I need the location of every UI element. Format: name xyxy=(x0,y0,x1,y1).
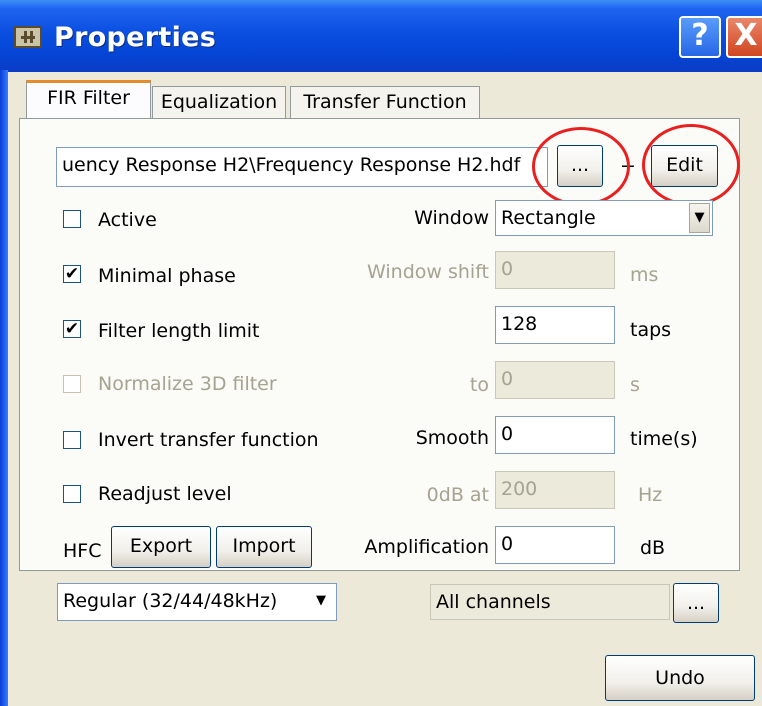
window-title: Properties xyxy=(54,22,217,53)
normalize-3d-label: Normalize 3D filter xyxy=(98,373,277,395)
smooth-label: Smooth xyxy=(415,427,489,449)
close-button[interactable]: X xyxy=(726,16,762,58)
tab-equalization[interactable]: Equalization xyxy=(152,86,286,118)
question-mark-icon: ? xyxy=(691,18,709,53)
tab-label: Equalization xyxy=(160,91,278,113)
active-label: Active xyxy=(98,209,157,231)
channels-browse-button[interactable]: ... xyxy=(673,583,719,623)
export-button-label: Export xyxy=(129,535,193,557)
tab-label: FIR Filter xyxy=(47,87,130,109)
tab-fir-filter[interactable]: FIR Filter xyxy=(26,80,151,120)
invert-transfer-checkbox[interactable] xyxy=(63,431,81,449)
window-shift-unit: ms xyxy=(630,264,659,286)
window-select-value: Rectangle xyxy=(501,207,596,229)
undo-button[interactable]: Undo xyxy=(605,655,755,701)
plus-separator: + xyxy=(620,155,636,177)
window-shift-label: Window shift xyxy=(367,261,489,283)
smooth-unit: time(s) xyxy=(630,428,698,450)
odb-at-label: 0dB at xyxy=(426,484,489,506)
to-label: to xyxy=(469,374,489,396)
title-bar[interactable]: Properties ? X xyxy=(0,0,762,72)
window-left-border xyxy=(0,70,8,706)
invert-transfer-label: Invert transfer function xyxy=(98,429,319,451)
edit-filter-button[interactable]: Edit xyxy=(651,145,718,187)
amplification-label: Amplification xyxy=(364,536,489,558)
hfc-mode-value: Regular (32/44/48kHz) xyxy=(63,590,278,612)
hfc-label: HFC xyxy=(63,540,102,562)
ellipsis-icon: ... xyxy=(570,154,590,176)
tab-label: Transfer Function xyxy=(303,91,467,113)
check-icon: ✔ xyxy=(64,319,80,339)
to-field[interactable]: 0 xyxy=(495,361,615,399)
smooth-field[interactable]: 0 xyxy=(495,416,615,454)
window-dropdown-arrow[interactable]: ▼ xyxy=(689,203,710,233)
browse-file-button[interactable]: ... xyxy=(557,145,603,187)
amplification-value: 0 xyxy=(501,533,514,555)
chevron-down-icon: ▼ xyxy=(316,593,326,608)
readjust-level-label: Readjust level xyxy=(98,483,232,505)
readjust-level-checkbox[interactable] xyxy=(63,485,81,503)
check-icon: ✔ xyxy=(64,264,80,284)
hfc-import-button[interactable]: Import xyxy=(216,526,312,568)
filter-length-limit-label: Filter length limit xyxy=(98,320,260,342)
filter-length-limit-checkbox[interactable]: ✔ xyxy=(63,320,81,338)
normalize-3d-checkbox[interactable] xyxy=(63,375,81,393)
odb-at-field[interactable]: 200 xyxy=(495,471,615,509)
ellipsis-icon: ... xyxy=(686,592,706,614)
window-shift-field[interactable]: 0 xyxy=(495,251,615,289)
hfc-export-button[interactable]: Export xyxy=(111,526,211,568)
window-select[interactable]: Rectangle xyxy=(495,200,713,236)
amplification-field[interactable]: 0 xyxy=(495,526,615,564)
chevron-down-icon: ▼ xyxy=(694,210,705,225)
taps-field[interactable]: 128 xyxy=(495,306,615,344)
import-button-label: Import xyxy=(232,535,296,557)
odb-at-value: 200 xyxy=(501,478,538,500)
tab-transfer-function[interactable]: Transfer Function xyxy=(290,86,480,118)
channels-value: All channels xyxy=(436,591,551,613)
app-icon xyxy=(14,26,42,48)
odb-at-unit: Hz xyxy=(638,484,663,506)
file-path-text: uency Response H2\Frequency Response H2.… xyxy=(62,154,521,176)
active-checkbox[interactable] xyxy=(63,210,81,228)
undo-button-label: Undo xyxy=(655,667,705,689)
smooth-value: 0 xyxy=(501,423,514,445)
close-icon: X xyxy=(734,18,758,53)
to-unit: s xyxy=(630,374,640,396)
to-value: 0 xyxy=(501,368,514,390)
channels-field[interactable]: All channels xyxy=(430,584,670,620)
taps-value: 128 xyxy=(501,313,538,335)
edit-button-label: Edit xyxy=(666,154,703,176)
window-label: Window xyxy=(414,207,489,229)
properties-window: Properties ? X FIR Filter Equalization T… xyxy=(0,0,762,706)
hfc-mode-dropdown-arrow[interactable]: ▼ xyxy=(309,587,333,617)
minimal-phase-checkbox[interactable]: ✔ xyxy=(63,265,81,283)
filter-file-path-field[interactable]: uency Response H2\Frequency Response H2.… xyxy=(56,147,548,187)
minimal-phase-label: Minimal phase xyxy=(98,265,236,287)
amplification-unit: dB xyxy=(640,537,666,559)
window-shift-value: 0 xyxy=(501,258,514,280)
hfc-mode-select[interactable]: Regular (32/44/48kHz) xyxy=(57,583,337,621)
taps-unit: taps xyxy=(630,319,672,341)
help-button[interactable]: ? xyxy=(679,16,721,58)
